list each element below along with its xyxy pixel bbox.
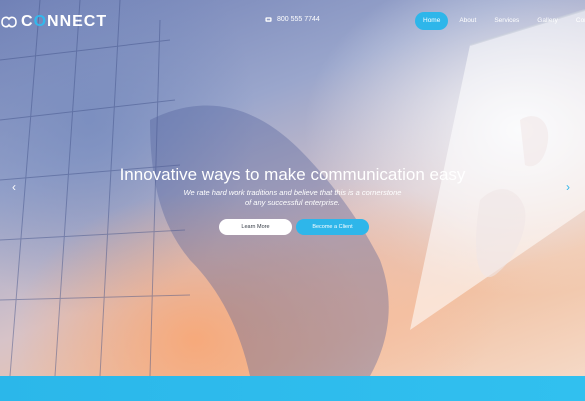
bottom-accent-band: [0, 376, 585, 401]
logo-prefix: C: [21, 13, 34, 30]
phone-text: 800 555 7744: [277, 16, 320, 23]
chevron-left-icon[interactable]: ‹: [12, 180, 16, 194]
menu-item-gallery[interactable]: Gallery: [530, 12, 565, 30]
become-a-client-button[interactable]: Become a Client: [296, 219, 369, 235]
menu-item-about[interactable]: About: [452, 12, 483, 30]
logo[interactable]: CONNECT: [0, 10, 107, 34]
hero-subtitle-line-2: of any successful enterprise.: [244, 198, 341, 207]
logo-accent-letter: O: [33, 13, 48, 30]
logo-text: CONNECT: [21, 13, 107, 31]
hero-subtitle-line-1: We rate hard work traditions and believe…: [183, 188, 402, 197]
top-navigation: CONNECT 800 555 7744 Home About Services…: [0, 0, 585, 44]
logo-rest: NNECT: [47, 13, 108, 30]
main-menu: Home About Services Gallery Contacts: [415, 12, 585, 30]
menu-item-contacts[interactable]: Contacts: [569, 12, 585, 30]
connect-logo-icon: [1, 16, 17, 28]
learn-more-button[interactable]: Learn More: [219, 219, 292, 235]
menu-item-home[interactable]: Home: [415, 12, 449, 30]
phone-number[interactable]: 800 555 7744: [265, 16, 320, 23]
menu-item-services[interactable]: Services: [487, 12, 526, 30]
phone-icon: [265, 17, 272, 22]
hero-slider: CONNECT 800 555 7744 Home About Services…: [0, 0, 585, 376]
hero-title: Innovative ways to make communication ea…: [119, 165, 466, 184]
chevron-right-icon[interactable]: ›: [566, 180, 570, 194]
